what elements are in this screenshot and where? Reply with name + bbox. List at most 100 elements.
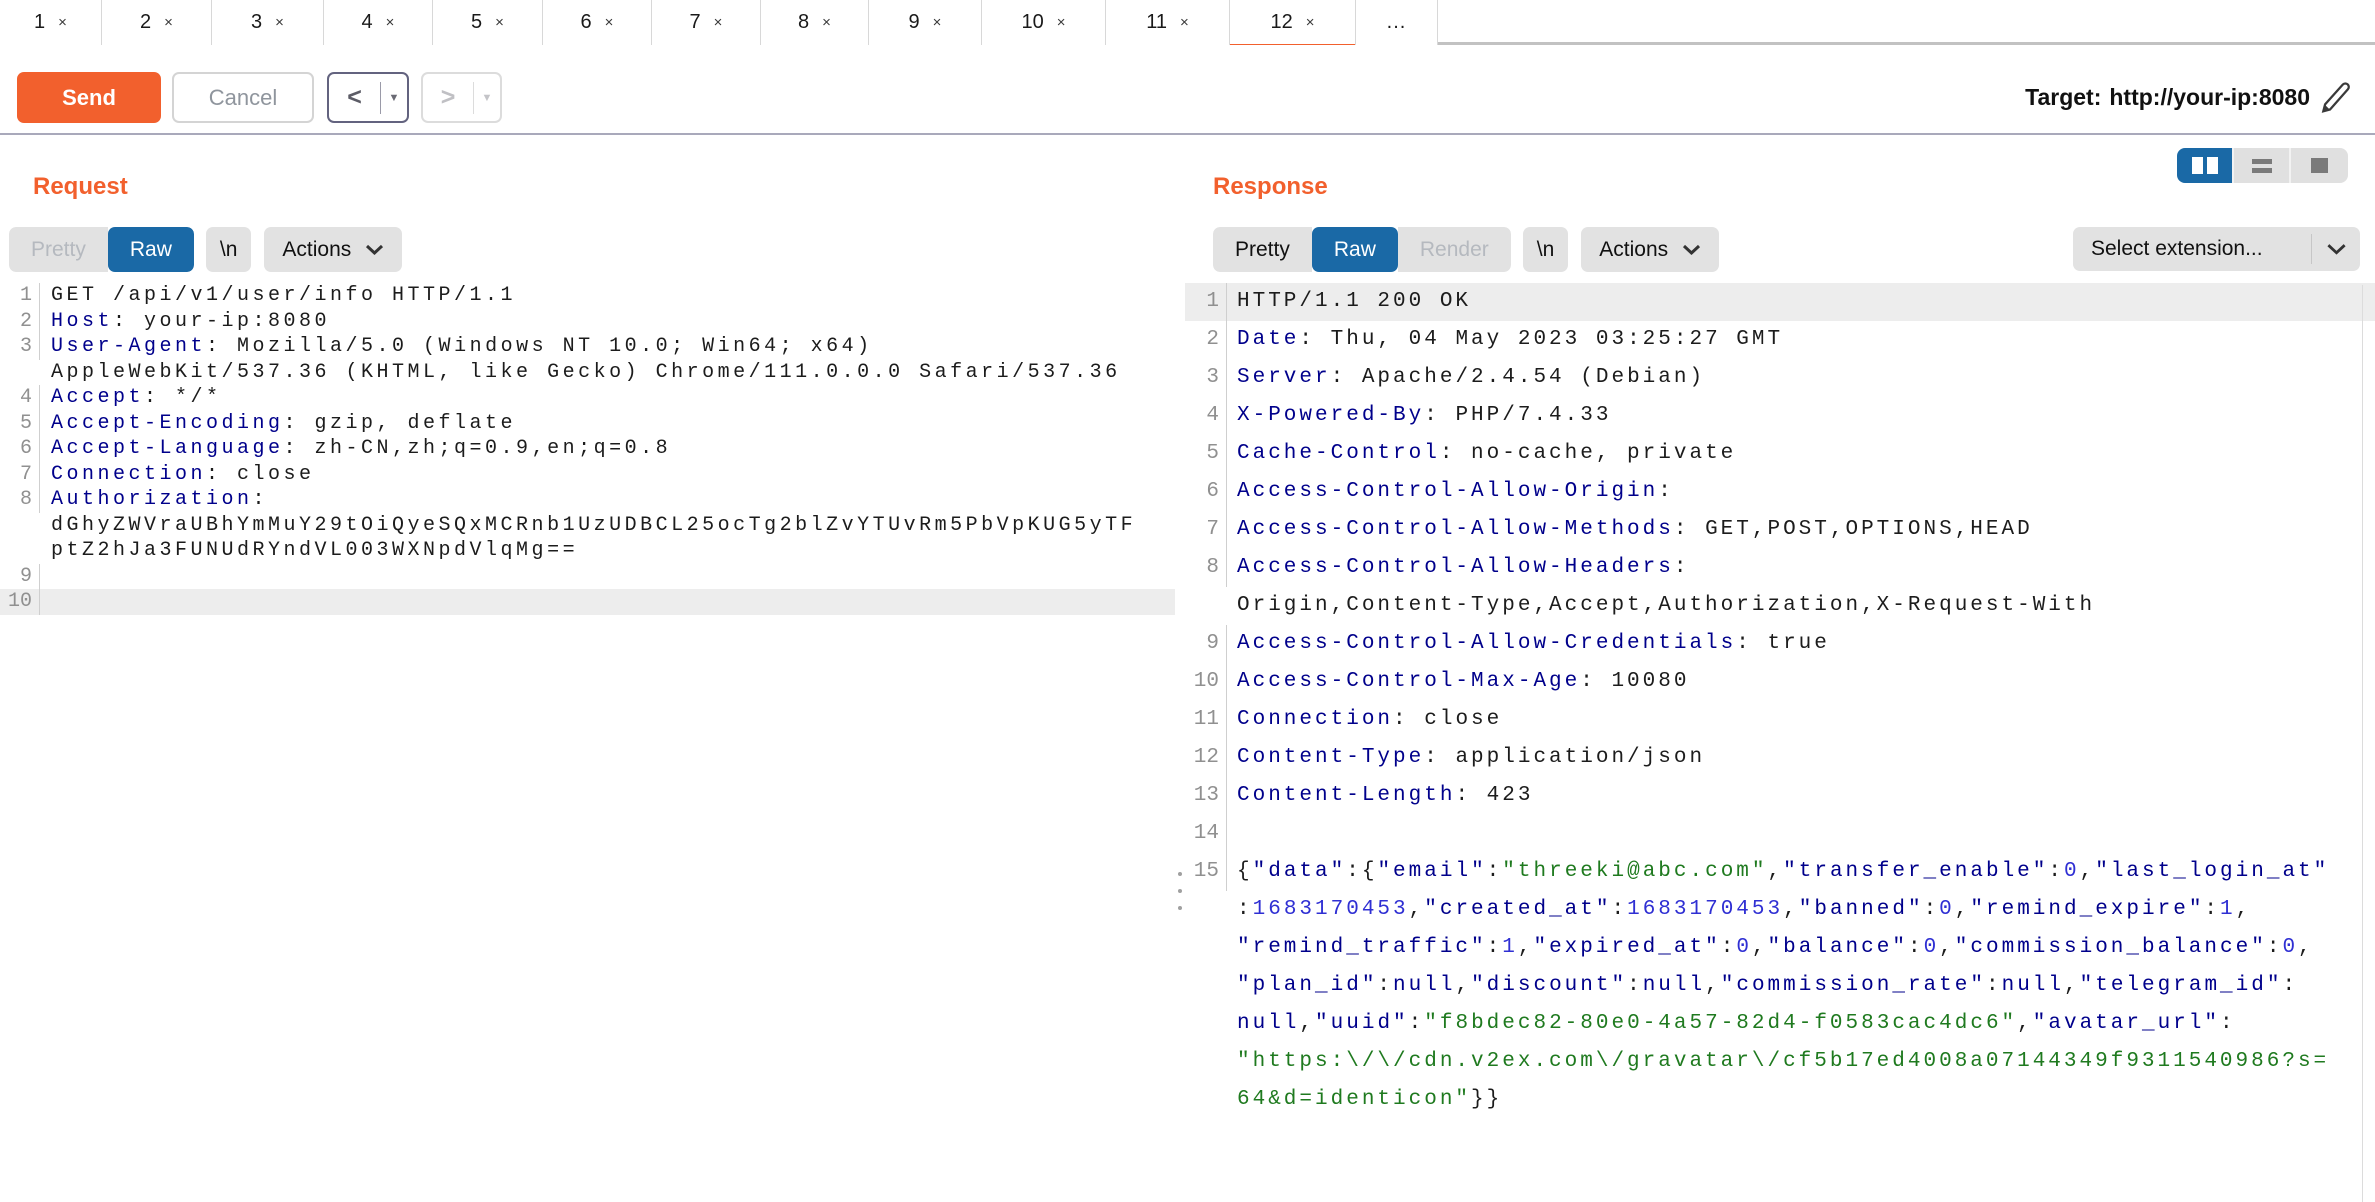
request-editor[interactable]: 1 GET /api/v1/user/info HTTP/1.1 2 Host: yo…	[0, 283, 1175, 1202]
tab-close-icon[interactable]: ×	[822, 14, 831, 31]
code-text: Connection: close	[1237, 701, 1502, 739]
repeater-tab-6[interactable]: 6×	[543, 0, 652, 45]
code-text: X-Powered-By: PHP/7.4.33	[1237, 397, 1611, 435]
repeater-tab-4[interactable]: 4×	[324, 0, 433, 45]
tab-close-icon[interactable]: ×	[164, 14, 173, 31]
more-tabs-tab[interactable]: ...	[1356, 0, 1438, 45]
code-text: User-Agent: Mozilla/5.0 (Windows NT 10.0…	[51, 334, 873, 360]
line-number: 2	[0, 309, 40, 335]
line-number: 3	[0, 334, 40, 360]
code-text: Accept-Language: zh-CN,zh;q=0.9,en;q=0.8	[51, 436, 671, 462]
repeater-tab-2[interactable]: 2×	[102, 0, 212, 45]
code-line: Origin,Content-Type,Accept,Authorization…	[1185, 587, 2375, 625]
chevron-down-icon	[365, 238, 384, 262]
code-line: 11 Connection: close	[1185, 701, 2375, 739]
back-button[interactable]: < ▼	[327, 72, 409, 123]
code-text: "remind_traffic":1,"expired_at":0,"balan…	[1237, 929, 2314, 967]
forward-arrow-icon: >	[423, 83, 473, 112]
newline-toggle-button[interactable]: \n	[206, 227, 252, 272]
target-url: http://your-ip:8080	[2109, 84, 2310, 111]
tab-close-icon[interactable]: ×	[386, 14, 395, 31]
tab-label: 10	[1021, 11, 1043, 34]
code-line: "remind_traffic":1,"expired_at":0,"balan…	[1185, 929, 2375, 967]
tab-close-icon[interactable]: ×	[1180, 14, 1189, 31]
code-line: 64&d=identicon"}}	[1185, 1081, 2375, 1119]
panel-splitter-handle[interactable]	[1175, 135, 1185, 1202]
code-text: Accept-Encoding: gzip, deflate	[51, 411, 516, 437]
line-number: 11	[1185, 701, 1227, 739]
response-actions-dropdown[interactable]: Actions	[1581, 227, 1719, 272]
response-tab-render[interactable]: Render	[1398, 227, 1511, 272]
repeater-tab-8[interactable]: 8×	[761, 0, 869, 45]
code-line: 5 Accept-Encoding: gzip, deflate	[0, 411, 1175, 437]
actions-label: Actions	[1599, 238, 1668, 262]
select-extension-label: Select extension...	[2073, 237, 2311, 261]
response-panel-title: Response	[1213, 173, 1328, 201]
send-button[interactable]: Send	[17, 72, 161, 123]
code-text: Host: your-ip:8080	[51, 309, 330, 335]
forward-button: > ▼	[421, 72, 502, 123]
code-text: Origin,Content-Type,Accept,Authorization…	[1237, 587, 2095, 625]
tab-close-icon[interactable]: ×	[1057, 14, 1066, 31]
tab-label: 9	[909, 11, 920, 34]
tab-label: 4	[362, 11, 373, 34]
code-text: Connection: close	[51, 462, 315, 488]
code-line: 1 GET /api/v1/user/info HTTP/1.1	[0, 283, 1175, 309]
request-tab-raw[interactable]: Raw	[108, 227, 194, 272]
code-text: 64&d=identicon"}}	[1237, 1081, 1502, 1119]
line-number: 8	[1185, 549, 1227, 587]
tab-close-icon[interactable]: ×	[495, 14, 504, 31]
repeater-tab-11[interactable]: 11 ×	[1106, 0, 1230, 45]
code-line: 4Accept: */*	[0, 385, 1175, 411]
back-dropdown-icon[interactable]: ▼	[381, 92, 407, 104]
repeater-tab-9[interactable]: 9×	[869, 0, 982, 45]
select-extension-dropdown[interactable]: Select extension...	[2073, 227, 2360, 271]
repeater-tab-10[interactable]: 10 ×	[982, 0, 1106, 45]
line-number: 10	[1185, 663, 1227, 701]
layout-columns-button[interactable]	[2177, 148, 2234, 183]
code-text: Cache-Control: no-cache, private	[1237, 435, 1736, 473]
request-tab-pretty[interactable]: Pretty	[9, 227, 108, 272]
request-actions-dropdown[interactable]: Actions	[264, 227, 402, 272]
request-panel-title: Request	[33, 173, 128, 201]
cancel-button[interactable]: Cancel	[172, 72, 314, 123]
code-text: Accept: */*	[51, 385, 222, 411]
line-number: 1	[0, 283, 40, 309]
line-number: 5	[0, 411, 40, 437]
rows-view-icon	[2252, 159, 2272, 173]
code-line: ptZ2hJa3FUNUdRYndVL003WXNpdVlqMg==	[0, 538, 1175, 564]
code-text: AppleWebKit/537.36 (KHTML, like Gecko) C…	[51, 360, 1121, 386]
code-line: 8Authorization:	[0, 487, 1175, 513]
newline-toggle-button[interactable]: \n	[1523, 227, 1569, 272]
tab-close-icon[interactable]: ×	[605, 14, 614, 31]
repeater-tab-1[interactable]: 1×	[0, 0, 102, 45]
response-tab-raw[interactable]: Raw	[1312, 227, 1398, 272]
code-text: GET /api/v1/user/info HTTP/1.1	[51, 283, 516, 309]
line-number: 9	[0, 564, 40, 590]
tab-close-icon[interactable]: ×	[1306, 14, 1315, 31]
code-text: "https:\/\/cdn.v2ex.com\/gravatar\/cf5b1…	[1237, 1043, 2329, 1081]
repeater-tab-5[interactable]: 5×	[433, 0, 543, 45]
code-line: 4X-Powered-By: PHP/7.4.33	[1185, 397, 2375, 435]
tab-label: 11	[1146, 11, 1167, 34]
line-number: 12	[1185, 739, 1227, 777]
layout-single-button[interactable]	[2291, 148, 2348, 183]
code-text: :1683170453,"created_at":1683170453,"ban…	[1237, 891, 2251, 929]
code-text: Authorization:	[51, 487, 268, 513]
tab-label: 2	[140, 11, 151, 34]
code-line: 2 Host: your-ip:8080	[0, 309, 1175, 335]
response-tab-pretty[interactable]: Pretty	[1213, 227, 1312, 272]
single-view-icon	[2311, 158, 2328, 173]
tab-close-icon[interactable]: ×	[58, 14, 67, 31]
edit-target-icon[interactable]	[2317, 77, 2353, 117]
repeater-tab-7[interactable]: 7×	[652, 0, 761, 45]
line-number: 13	[1185, 777, 1227, 815]
repeater-tab-3[interactable]: 3×	[212, 0, 324, 45]
code-text: dGhyZWVraUBhYmMuY29tOiQyeSQxMCRnb1UzUDBC…	[51, 513, 1136, 539]
tab-close-icon[interactable]: ×	[714, 14, 723, 31]
tab-close-icon[interactable]: ×	[275, 14, 284, 31]
tab-close-icon[interactable]: ×	[933, 14, 942, 31]
layout-rows-button[interactable]	[2234, 148, 2291, 183]
response-editor[interactable]: 1HTTP/1.1 200 OK2Date: Thu, 04 May 2023 …	[1185, 283, 2375, 1202]
repeater-tab-12[interactable]: 12×	[1230, 0, 1356, 45]
